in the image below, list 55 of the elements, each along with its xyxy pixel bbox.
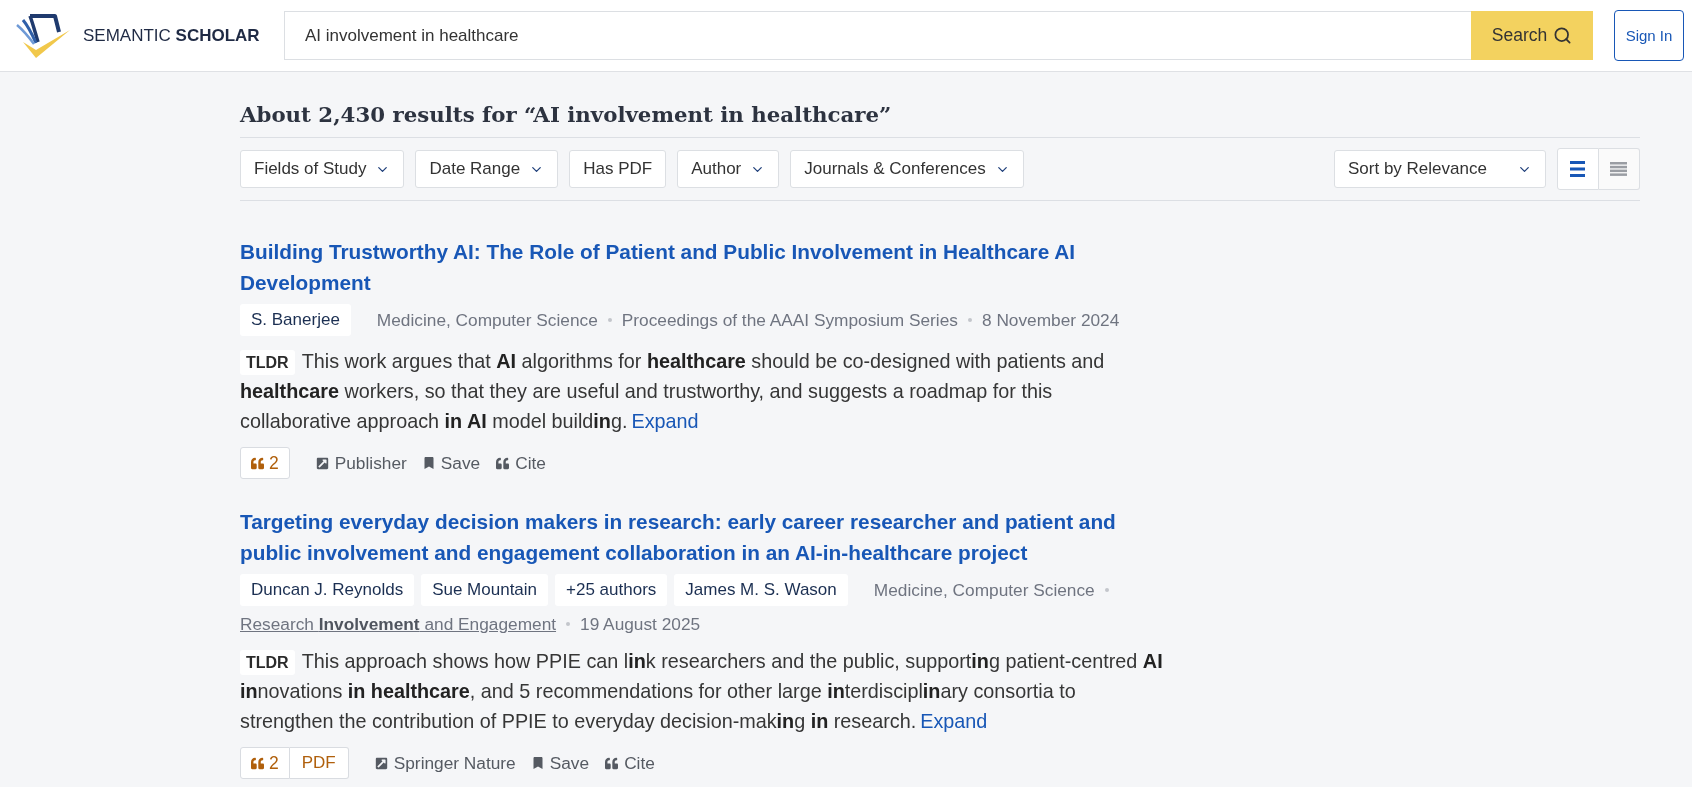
sort-dropdown[interactable]: Sort by Relevance <box>1334 150 1546 188</box>
author-link[interactable]: Sue Mountain <box>421 574 549 606</box>
quote-icon <box>251 456 264 470</box>
quote-icon <box>605 756 619 770</box>
citation-count-button[interactable]: 2 <box>240 447 290 479</box>
author-link[interactable]: S. Banerjee <box>240 304 351 336</box>
save-button[interactable]: Save <box>531 752 590 774</box>
summary-text: TLDR This work argues that AI algorithms for healthcare should be co-designed with patients and healthcare workers, so that they are useful and trustworthy, and suggests a roadmap for this collaborative approach in AI model building. Expand <box>240 349 1106 434</box>
separator-icon <box>967 318 972 322</box>
venue-link[interactable]: Research Involvement and Engagement <box>240 612 557 636</box>
home-logo-link[interactable]: SEMANTIC SCHOLAR <box>13 11 284 60</box>
list-view-button[interactable] <box>1557 148 1599 190</box>
fields-of-study-text: Medicine, Computer Science <box>873 579 1095 602</box>
publisher-link[interactable]: Publisher <box>315 452 407 474</box>
filter-button[interactable]: Journals & Conferences <box>790 150 1024 188</box>
fields-of-study-text: Medicine, Computer Science <box>376 309 598 332</box>
quote-icon <box>496 456 510 470</box>
filter-button[interactable]: Has PDF <box>569 150 667 188</box>
pdf-button[interactable]: PDF <box>289 747 349 779</box>
bookmark-icon <box>422 457 435 469</box>
expand-link[interactable]: Expand <box>631 410 699 432</box>
search-icon <box>1553 26 1573 45</box>
bookmark-icon <box>531 757 544 769</box>
author-link[interactable]: +25 authors <box>555 574 668 606</box>
filter-button[interactable]: Author <box>677 150 780 188</box>
separator-icon <box>566 622 571 626</box>
author-link[interactable]: Duncan J. Reynolds <box>240 574 415 606</box>
save-button[interactable]: Save <box>422 452 481 474</box>
tldr-label: TLDR <box>240 650 295 675</box>
separator-icon <box>1104 588 1109 592</box>
filter-button[interactable]: Date Range <box>415 150 559 188</box>
compact-list-icon <box>1610 162 1628 176</box>
citation-count-button[interactable]: 2 <box>240 747 290 779</box>
paper-title-link[interactable]: Targeting everyday decision makers in research: early career researcher and patient and public involvement and engagement collaboration in an AI-in-healthcare project <box>240 506 1167 568</box>
external-link-icon <box>374 756 388 770</box>
publication-date: 8 November 2024 <box>981 309 1120 332</box>
paper-title-link[interactable]: Building Trustworthy AI: The Role of Patient and Public Involvement in Healthcare AI Development <box>240 236 1167 298</box>
publication-date: 19 August 2025 <box>580 613 701 636</box>
list-icon <box>1570 161 1586 177</box>
publisher-link[interactable]: Springer Nature <box>374 752 516 774</box>
separator-icon <box>607 318 612 322</box>
search-field[interactable]: AI involvement in healthcare <box>284 11 1471 60</box>
quote-icon <box>251 756 264 770</box>
tldr-label: TLDR <box>240 350 295 375</box>
filter-button[interactable]: Fields of Study <box>240 150 405 188</box>
author-link[interactable]: James M. S. Wason <box>674 574 848 606</box>
cite-button[interactable]: Cite <box>605 752 655 774</box>
results-heading: About 2,430 results for “AI involvement in healthcare” <box>240 72 1640 138</box>
search-button[interactable]: Search <box>1471 11 1593 60</box>
venue-text: Proceedings of the AAAI Symposium Series <box>621 309 958 332</box>
external-link-icon <box>315 456 329 470</box>
expand-link[interactable]: Expand <box>920 710 988 732</box>
summary-text: TLDR This approach shows how PPIE can link researchers and the public, supporting patient-centred AI innovations in healthcare, and 5 recommendations for other large interdisciplinary consortia to strengthen the contribution of PPIE to everyday decision-making in research. Expand <box>240 649 1164 734</box>
sign-in-button[interactable]: Sign In <box>1614 10 1684 61</box>
cite-button[interactable]: Cite <box>496 452 546 474</box>
